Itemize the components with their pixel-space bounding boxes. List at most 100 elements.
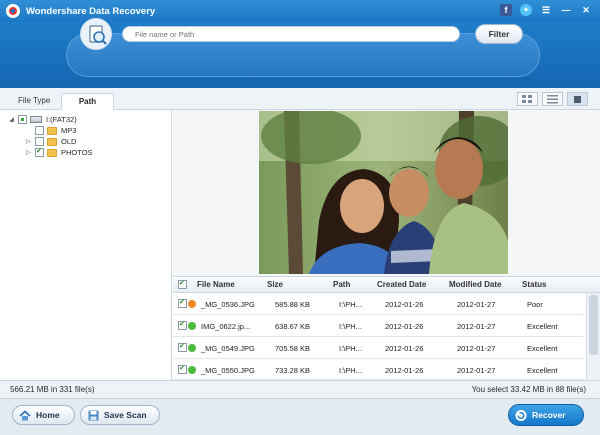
home-button[interactable]: Home: [12, 405, 75, 425]
title-bar-icons: f ✦ ☰ — ✕: [500, 4, 592, 16]
size-cell: 733.28 KB: [275, 366, 311, 375]
folder-tree: ◢ I:(FAT32) MP3 ▷ OLD ▷ PHOTOS: [0, 110, 172, 380]
save-scan-button[interactable]: Save Scan: [80, 405, 160, 425]
column-header-status[interactable]: Status: [522, 280, 546, 289]
menu-icon[interactable]: ☰: [540, 4, 552, 16]
tab-bar: File Type Path: [0, 88, 600, 110]
search-input[interactable]: [122, 26, 460, 42]
modified-date-cell: 2012-01-27: [457, 322, 496, 331]
status-dot-icon: [188, 322, 196, 330]
twitter-icon[interactable]: ✦: [520, 4, 532, 16]
folder-checkbox[interactable]: [35, 147, 44, 157]
preview-pane: [173, 110, 600, 276]
facebook-icon[interactable]: f: [500, 4, 512, 16]
table-row[interactable]: _MG_0536.JPG 585.88 KB I:\PH... 2012-01-…: [173, 294, 583, 315]
thumbnail-view-button[interactable]: [517, 92, 538, 106]
filter-button[interactable]: Filter: [475, 24, 523, 44]
table-row[interactable]: _MG_0549.JPG 705.58 KB I:\PH... 2012-01-…: [173, 338, 583, 359]
path-cell: I:\PH...: [339, 344, 362, 353]
drive-icon: [30, 116, 42, 123]
status-dot-icon: [188, 366, 196, 374]
created-date-cell: 2012-01-26: [385, 322, 424, 331]
path-cell: I:\PH...: [339, 366, 362, 375]
tree-folder-label: MP3: [61, 126, 77, 135]
status-dot-icon: [188, 300, 196, 308]
row-checkbox[interactable]: [178, 342, 187, 352]
status-cell: Poor: [527, 300, 543, 309]
save-icon: [87, 409, 99, 421]
tree-folder-label: PHOTOS: [61, 148, 93, 157]
recover-label: Recover: [532, 410, 566, 420]
status-cell: Excellent: [527, 366, 558, 375]
modified-date-cell: 2012-01-27: [457, 300, 496, 309]
column-header-size[interactable]: Size: [267, 280, 283, 289]
table-scrollbar[interactable]: [586, 293, 600, 381]
select-all-checkbox[interactable]: [178, 279, 187, 289]
folder-checkbox[interactable]: [35, 137, 44, 146]
tree-drive-row[interactable]: ◢ I:(FAT32): [8, 114, 77, 125]
table-row[interactable]: IMG_0622.jp... 638.67 KB I:\PH... 2012-0…: [173, 316, 583, 337]
status-bar: 566.21 MB in 331 file(s) You select 33.4…: [0, 380, 600, 398]
table-header: File Name Size Path Created Date Modifie…: [173, 277, 600, 293]
folder-checkbox[interactable]: [35, 126, 44, 135]
file-name-cell: _MG_0536.JPG: [201, 300, 255, 309]
row-checkbox[interactable]: [178, 364, 187, 374]
list-view-button[interactable]: [542, 92, 563, 106]
tree-folder-row[interactable]: ▷ OLD: [25, 136, 76, 147]
close-icon[interactable]: ✕: [580, 4, 592, 16]
recover-button[interactable]: Recover: [508, 404, 584, 426]
expand-arrow-icon[interactable]: ▷: [25, 149, 32, 156]
detail-view-icon: [574, 95, 581, 103]
file-name-cell: _MG_0549.JPG: [201, 344, 255, 353]
tree-folder-label: OLD: [61, 137, 77, 146]
grid-icon: [522, 94, 532, 103]
save-scan-label: Save Scan: [104, 410, 147, 420]
modified-date-cell: 2012-01-27: [457, 366, 496, 375]
detail-view-button[interactable]: [567, 92, 588, 106]
file-name-cell: _MG_0550.JPG: [201, 366, 255, 375]
column-header-created-date[interactable]: Created Date: [377, 280, 426, 289]
expand-arrow-icon[interactable]: ▷: [25, 138, 32, 145]
file-name-cell: IMG_0622.jp...: [201, 322, 251, 331]
view-mode-buttons: [517, 92, 588, 106]
tree-folder-row[interactable]: ▷ PHOTOS: [25, 147, 93, 158]
status-cell: Excellent: [527, 344, 558, 353]
app-title: Wondershare Data Recovery: [26, 5, 156, 17]
folder-icon: [47, 126, 57, 135]
recover-icon: [515, 409, 527, 421]
selected-size-status: You select 33.42 MB in 88 file(s): [471, 385, 586, 394]
bottom-toolbar: Home Save Scan Recover: [0, 398, 600, 435]
column-header-file-name[interactable]: File Name: [197, 280, 235, 289]
folder-icon: [47, 137, 57, 146]
column-header-path[interactable]: Path: [333, 280, 350, 289]
status-cell: Excellent: [527, 322, 558, 331]
collapse-arrow-icon[interactable]: ◢: [8, 116, 15, 123]
table-row[interactable]: _MG_0550.JPG 733.28 KB I:\PH... 2012-01-…: [173, 360, 583, 380]
path-cell: I:\PH...: [339, 322, 362, 331]
tab-file-type[interactable]: File Type: [6, 93, 62, 110]
created-date-cell: 2012-01-26: [385, 344, 424, 353]
created-date-cell: 2012-01-26: [385, 366, 424, 375]
home-label: Home: [36, 410, 60, 420]
size-cell: 705.58 KB: [275, 344, 311, 353]
column-header-modified-date[interactable]: Modified Date: [449, 280, 501, 289]
tab-path[interactable]: Path: [61, 93, 114, 110]
row-checkbox[interactable]: [178, 320, 187, 330]
folder-icon: [47, 148, 57, 157]
file-table: File Name Size Path Created Date Modifie…: [173, 276, 600, 381]
minimize-icon[interactable]: —: [560, 4, 572, 16]
photo-preview: [259, 111, 508, 274]
row-checkbox[interactable]: [178, 298, 187, 308]
size-cell: 638.67 KB: [275, 322, 311, 331]
scroll-thumb[interactable]: [589, 295, 598, 355]
app-logo-icon: [6, 4, 20, 18]
tree-folder-row[interactable]: MP3: [25, 125, 76, 136]
path-cell: I:\PH...: [339, 300, 362, 309]
total-size-status: 566.21 MB in 331 file(s): [10, 385, 95, 394]
home-icon: [19, 409, 31, 421]
size-cell: 585.88 KB: [275, 300, 311, 309]
created-date-cell: 2012-01-26: [385, 300, 424, 309]
file-search-icon: [80, 18, 112, 50]
drive-checkbox[interactable]: [18, 115, 27, 124]
status-dot-icon: [188, 344, 196, 352]
